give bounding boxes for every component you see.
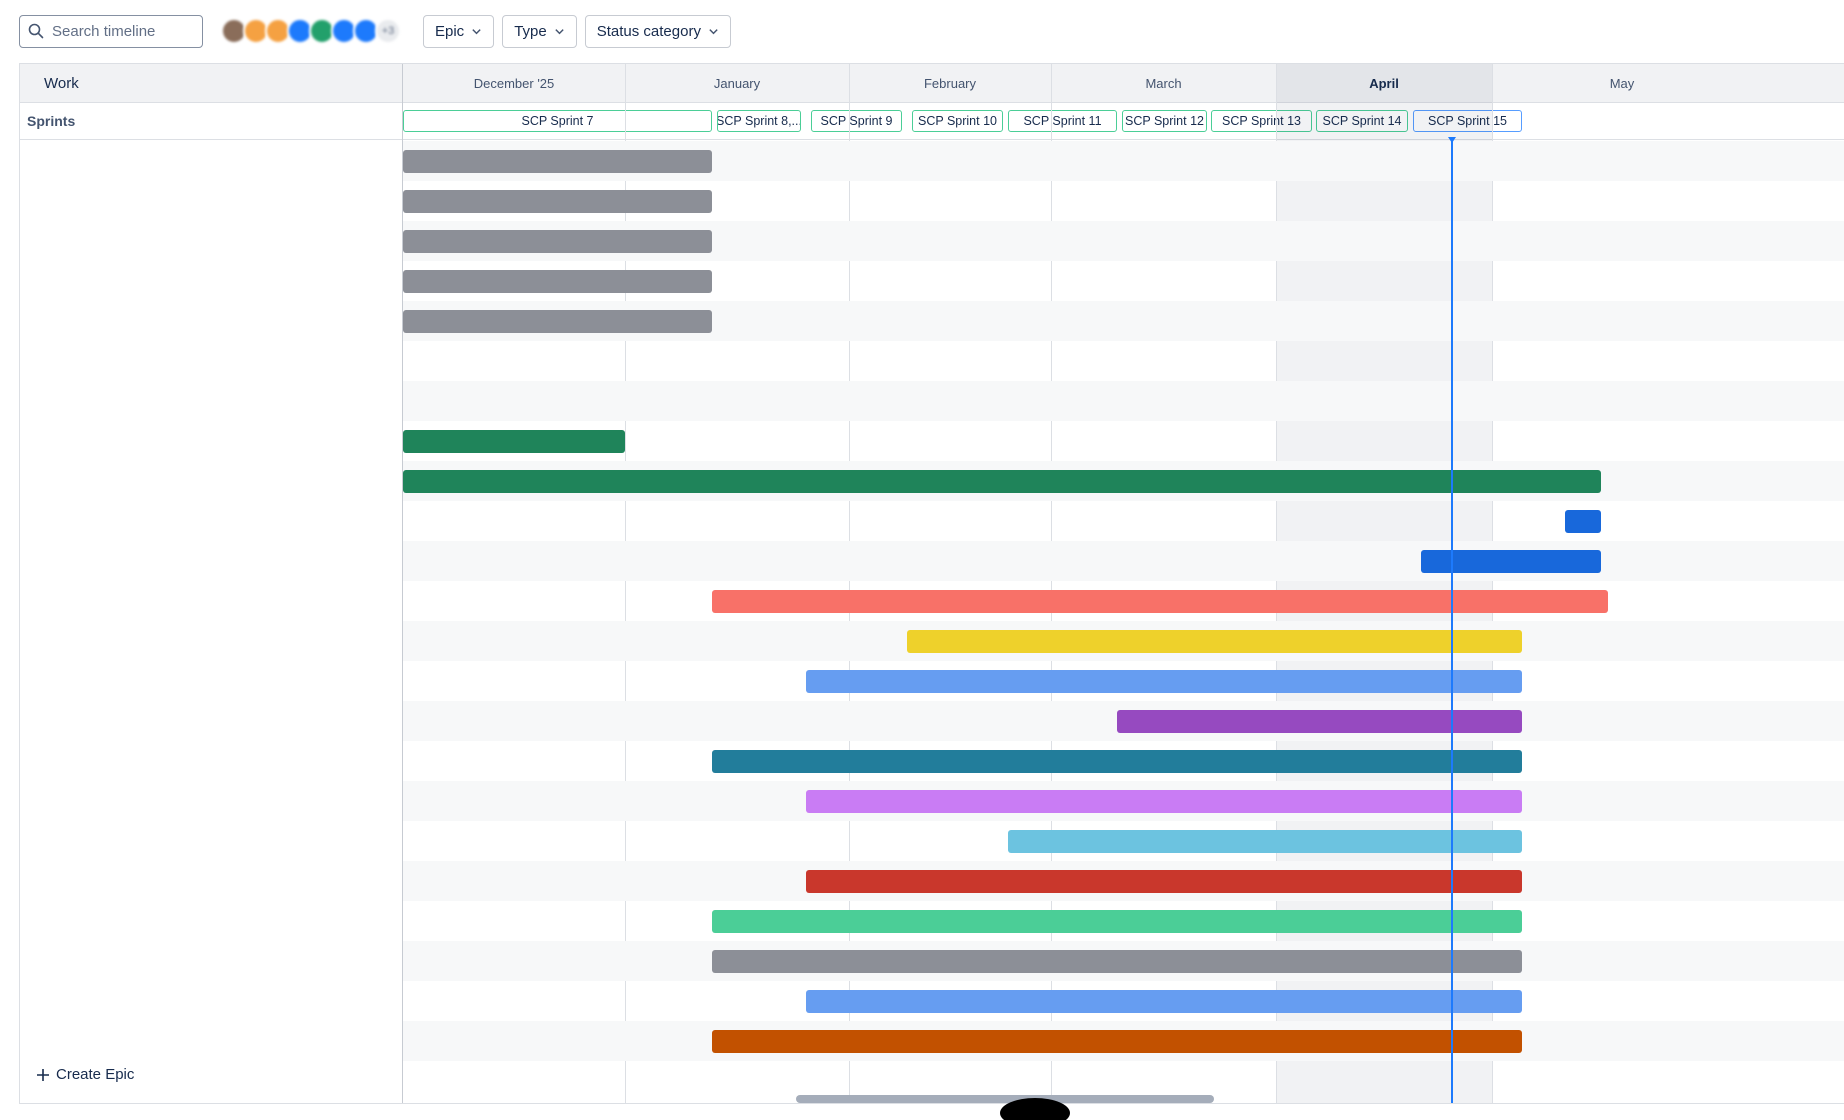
month-label: March [1145, 76, 1182, 91]
epic-timeline-bar[interactable] [712, 1030, 1522, 1053]
sprints-row-label: Sprints [20, 103, 402, 140]
month-label: May [1609, 76, 1635, 91]
epic-timeline-bar[interactable] [403, 310, 712, 333]
epic-timeline-bar[interactable] [1565, 510, 1601, 533]
epic-timeline-bar[interactable] [1421, 550, 1601, 573]
epic-timeline-bar[interactable] [1008, 830, 1522, 853]
epic-timeline-bar[interactable] [1117, 710, 1522, 733]
epic-filter-label: Epic [435, 22, 465, 40]
timeline-grid: December '25 January February March April May… [19, 63, 1844, 1104]
epic-timeline-bar[interactable] [403, 150, 712, 173]
sprint-chip[interactable]: SCP Sprint 9 [811, 110, 902, 132]
work-header: Work [20, 64, 402, 103]
chevron-down-icon [709, 28, 718, 34]
horizontal-scrollbar[interactable] [796, 1095, 1214, 1103]
status-category-filter-button[interactable]: Status category [584, 14, 731, 48]
create-epic-button[interactable]: Create Epic [36, 1066, 134, 1083]
month-label: February [923, 76, 977, 91]
epic-timeline-bar[interactable] [806, 790, 1522, 813]
search-icon [28, 23, 44, 39]
months-header: December '25 January February March April May [403, 64, 1844, 103]
sprint-chip[interactable]: SCP Sprint 11 [1008, 110, 1117, 132]
epic-timeline-bar[interactable] [403, 190, 712, 213]
epic-timeline-bar[interactable] [403, 430, 625, 453]
month-label: December '25 [473, 76, 555, 91]
work-header-label: Work [44, 74, 79, 92]
sprint-chip[interactable]: SCP Sprint 12 [1122, 110, 1207, 132]
chevron-down-icon [472, 28, 481, 34]
sprints-label: Sprints [27, 113, 76, 129]
status-category-filter-label: Status category [596, 22, 701, 40]
today-marker-line [1451, 141, 1453, 1103]
epic-timeline-bar[interactable] [806, 990, 1522, 1013]
epic-filter-button[interactable]: Epic [423, 14, 495, 48]
epic-timeline-bar[interactable] [403, 270, 712, 293]
epic-timeline-bar[interactable] [403, 470, 1601, 493]
cursor-shadow [1000, 1098, 1070, 1120]
epic-timeline-bar[interactable] [712, 950, 1522, 973]
type-filter-button[interactable]: Type [502, 14, 577, 48]
work-list-pane: Work Sprints Create Epic [20, 64, 403, 1103]
month-label: January [713, 76, 761, 91]
epic-timeline-bar[interactable] [907, 630, 1522, 653]
epic-timeline-bar[interactable] [712, 590, 1608, 613]
search-input[interactable] [52, 22, 192, 40]
plus-icon [37, 1068, 49, 1081]
sprint-chip[interactable]: SCP Sprint 7 [403, 110, 712, 132]
more-avatars-badge[interactable]: +3 [375, 18, 401, 44]
today-marker-icon [1448, 137, 1456, 143]
sprint-chip[interactable]: SCP Sprint 8,... [717, 110, 801, 132]
epic-timeline-bar[interactable] [712, 910, 1522, 933]
assignee-avatars[interactable]: +3 [221, 18, 401, 44]
create-epic-label: Create Epic [56, 1066, 135, 1083]
epic-timeline-bar[interactable] [806, 870, 1522, 893]
type-filter-label: Type [514, 22, 547, 40]
chevron-down-icon [555, 28, 564, 34]
timeline-toolbar: +3 Epic Type Status category [19, 14, 731, 48]
epic-timeline-bar[interactable] [712, 750, 1522, 773]
sprint-chip[interactable]: SCP Sprint 10 [912, 110, 1003, 132]
epic-timeline-bar[interactable] [806, 670, 1522, 693]
search-box[interactable] [19, 14, 203, 48]
epic-timeline-bar[interactable] [403, 230, 712, 253]
sprints-header: SCP Sprint 7 SCP Sprint 8,... SCP Sprint 9… [403, 103, 1844, 140]
